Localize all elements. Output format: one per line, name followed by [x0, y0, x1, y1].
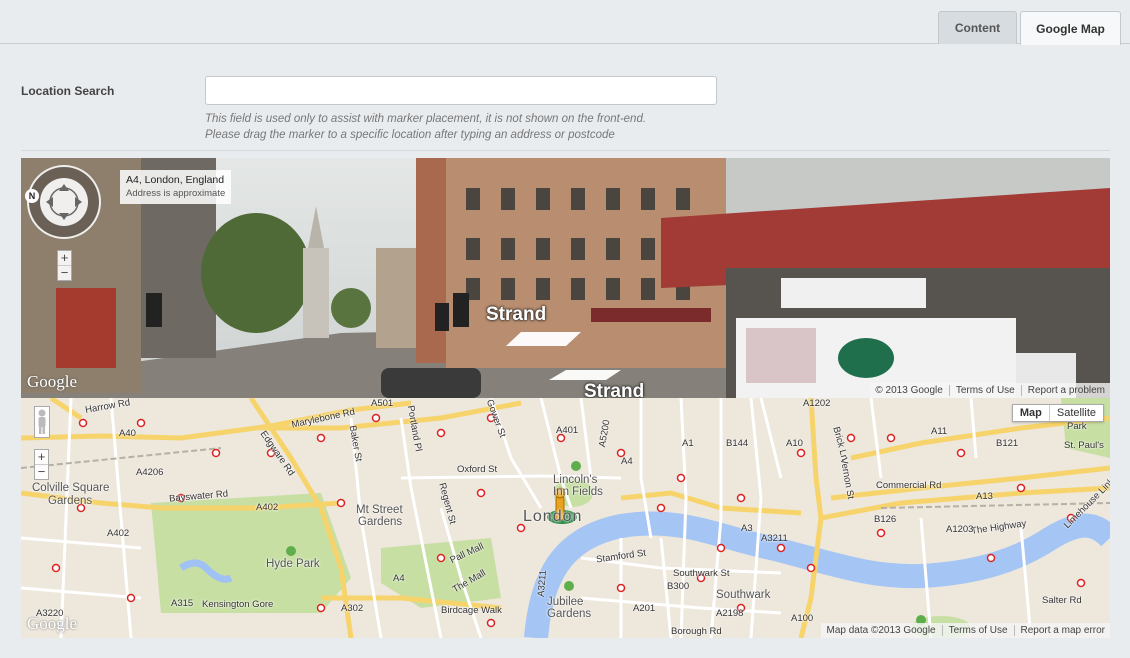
map-label-kensington: Kensington Gore [202, 599, 274, 610]
google-map[interactable]: London Hyde Park Colville Square Gardens… [21, 398, 1110, 638]
map-label-a201: A201 [633, 603, 656, 614]
map-label-b144: B144 [726, 438, 749, 449]
map-data-text: Map data ©2013 Google [826, 625, 936, 636]
map-label-a4: A4 [393, 573, 405, 584]
map-label-a402b: A402 [107, 528, 130, 539]
map-label-a11: A11 [931, 426, 948, 437]
map-label-colville: Colville Square [32, 482, 110, 494]
map-label-a40: A40 [119, 428, 136, 439]
street-view-panorama[interactable]: Strand Strand N A4, London, England Addr… [21, 158, 1110, 398]
map-label-st-pauls: St. Paul's [1064, 440, 1104, 451]
map-label-birdcage: Birdcage Walk [441, 605, 502, 616]
map-label-a1203: A1203 [946, 524, 974, 535]
map-google-logo[interactable]: Google [27, 614, 77, 634]
tab-google-map[interactable]: Google Map [1020, 11, 1121, 45]
map-label-a4b: A4 [621, 456, 633, 467]
tab-content[interactable]: Content [938, 11, 1017, 44]
google-logo[interactable]: Google [27, 372, 77, 392]
zoom-in-button[interactable]: + [58, 251, 71, 265]
map-label-b126: B126 [874, 514, 897, 525]
street-view-address: A4, London, England [126, 174, 225, 186]
map-label-a3211: A3211 [761, 533, 788, 544]
zoom-out-button[interactable]: − [58, 265, 71, 280]
map-label-a1202: A1202 [803, 398, 831, 409]
map-label-mt-street-2: Gardens [358, 516, 403, 528]
map-label-a13: A13 [976, 491, 993, 502]
map-label-southwark-st: Southwark St [673, 568, 730, 579]
compass-north-icon[interactable]: N [25, 189, 39, 203]
map-label-a501: A501 [371, 398, 394, 409]
help-line-2: Please drag the marker to a specific loc… [205, 129, 615, 141]
map-attribution: Map data ©2013 Google Terms of Use Repor… [821, 623, 1110, 638]
map-label-a302: A302 [341, 603, 364, 614]
street-view-attribution: © 2013 Google Terms of Use Report a prob… [870, 383, 1110, 398]
map-label-commercial: Commercial Rd [876, 480, 942, 491]
location-search-input[interactable] [205, 76, 717, 105]
street-view-address-box: A4, London, England Address is approxima… [120, 170, 232, 204]
map-label-oxford: Oxford St [457, 464, 498, 475]
map-label-a100: A100 [791, 613, 814, 624]
street-view-road-label[interactable]: Strand [584, 381, 644, 398]
map-label-a401: A401 [556, 425, 579, 436]
map-label-lincolns-2: Inn Fields [553, 486, 603, 498]
location-search-help: This field is used only to assist with m… [205, 111, 646, 143]
map-zoom-in-button[interactable]: + [35, 450, 48, 464]
report-map-error-link[interactable]: Report a map error [1013, 625, 1105, 636]
pan-arrows-icon[interactable] [40, 178, 88, 226]
map-label-colville-2: Gardens [48, 495, 93, 507]
copyright-text: © 2013 Google [875, 385, 943, 396]
map-label-park: Park [1067, 421, 1087, 432]
map-label-a402: A402 [256, 502, 279, 513]
map-label-a10: A10 [786, 438, 803, 449]
map-zoom-control: + − [34, 449, 49, 480]
street-view-address-note: Address is approximate [126, 188, 226, 199]
street-view-pan-control[interactable] [27, 165, 101, 239]
street-view-zoom-control: + − [57, 250, 72, 281]
terms-link[interactable]: Terms of Use [948, 385, 1015, 396]
map-label-hyde-park: Hyde Park [266, 558, 320, 570]
map-terms-link[interactable]: Terms of Use [941, 625, 1008, 636]
map-label-jubilee-2: Gardens [547, 608, 592, 620]
map-label-b300: B300 [667, 581, 690, 592]
map-label-a2198: A2198 [716, 608, 744, 619]
street-view-road-label[interactable]: Strand [486, 304, 546, 326]
map-label-london: London [523, 508, 583, 525]
map-type-control: Map Satellite [1011, 404, 1104, 422]
divider [21, 150, 1110, 151]
map-zoom-out-button[interactable]: − [35, 464, 48, 479]
map-label-borough: Borough Rd [671, 626, 722, 637]
map-label-a4206: A4206 [136, 467, 164, 478]
location-search-label: Location Search [21, 84, 115, 98]
map-label-lincolns: Lincoln's [553, 474, 598, 486]
tab-bar: Content Google Map [0, 0, 1130, 45]
map-label-b121: B121 [996, 438, 1019, 449]
report-problem-link[interactable]: Report a problem [1020, 385, 1105, 396]
map-type-satellite-button[interactable]: Satellite [1050, 405, 1103, 421]
map-label-southwark: Southwark [716, 589, 771, 601]
map-label-a3: A3 [741, 523, 753, 534]
map-label-salter: Salter Rd [1042, 595, 1082, 606]
map-label-a315: A315 [171, 598, 194, 609]
map-label-jubilee: Jubilee [547, 596, 584, 608]
pegman-icon[interactable] [34, 406, 50, 438]
map-label-a3211b: A3211 [535, 569, 550, 598]
help-line-1: This field is used only to assist with m… [205, 113, 647, 125]
map-label-a1: A1 [682, 438, 694, 449]
map-type-map-button[interactable]: Map [1013, 405, 1050, 421]
map-label-mt-street: Mt Street [356, 504, 403, 516]
